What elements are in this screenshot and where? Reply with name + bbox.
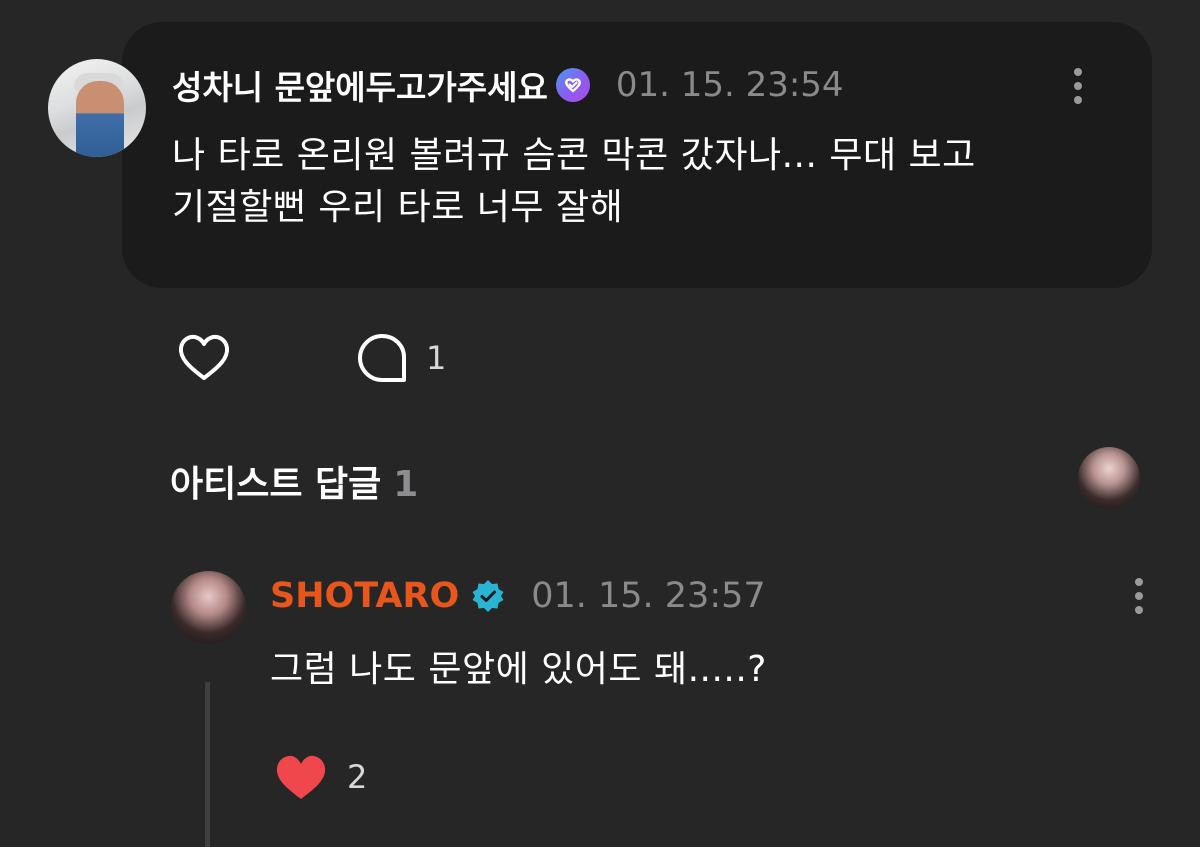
- artist-avatar[interactable]: [171, 571, 246, 644]
- artist-replies-count: 1: [393, 464, 419, 505]
- like-button[interactable]: [176, 330, 232, 386]
- avatar-figure: [76, 81, 124, 157]
- artist-reply-avatar-small[interactable]: [1078, 447, 1140, 509]
- reply-more-icon[interactable]: [1124, 574, 1154, 618]
- reply-body: 그럼 나도 문앞에 있어도 돼.....?: [270, 649, 767, 690]
- reply-like-count: 2: [347, 758, 368, 796]
- post-more-icon[interactable]: [1063, 64, 1093, 108]
- reply-timestamp: 01. 15. 23:57: [531, 576, 766, 616]
- post-timestamp: 01. 15. 23:54: [615, 65, 844, 105]
- heart-filled-icon: [276, 755, 326, 799]
- artist-replies-label: 아티스트 답글: [170, 464, 382, 505]
- comment-bubble-icon: [358, 334, 406, 382]
- artist-verified-icon: [472, 580, 504, 612]
- comment-button[interactable]: 1: [356, 330, 446, 386]
- author-avatar[interactable]: [48, 59, 146, 157]
- post-body: 나 타로 온리원 볼려규 슴콘 막콘 갔자나... 무대 보고 기절할뻔 우리 …: [172, 130, 1132, 234]
- comment-count: 1: [426, 339, 447, 377]
- post-body-line1: 나 타로 온리원 볼려규 슴콘 막콘 갔자나... 무대 보고: [172, 135, 976, 176]
- post-header: 성차니 문앞에두고가주세요 01. 15. 23:54: [172, 62, 844, 108]
- thread-line: [205, 682, 210, 847]
- artist-name[interactable]: SHOTARO: [270, 576, 459, 616]
- reply-like-button[interactable]: 2: [273, 751, 367, 803]
- post-body-line2: 기절할뻔 우리 타로 너무 잘해: [172, 187, 624, 228]
- reply-header: SHOTARO 01. 15. 23:57: [270, 574, 766, 618]
- heart-outline-icon: [178, 334, 230, 380]
- artist-replies-title: 아티스트 답글 1: [170, 455, 418, 507]
- author-nickname[interactable]: 성차니 문앞에두고가주세요: [172, 61, 548, 109]
- verified-badge-icon: [555, 68, 590, 102]
